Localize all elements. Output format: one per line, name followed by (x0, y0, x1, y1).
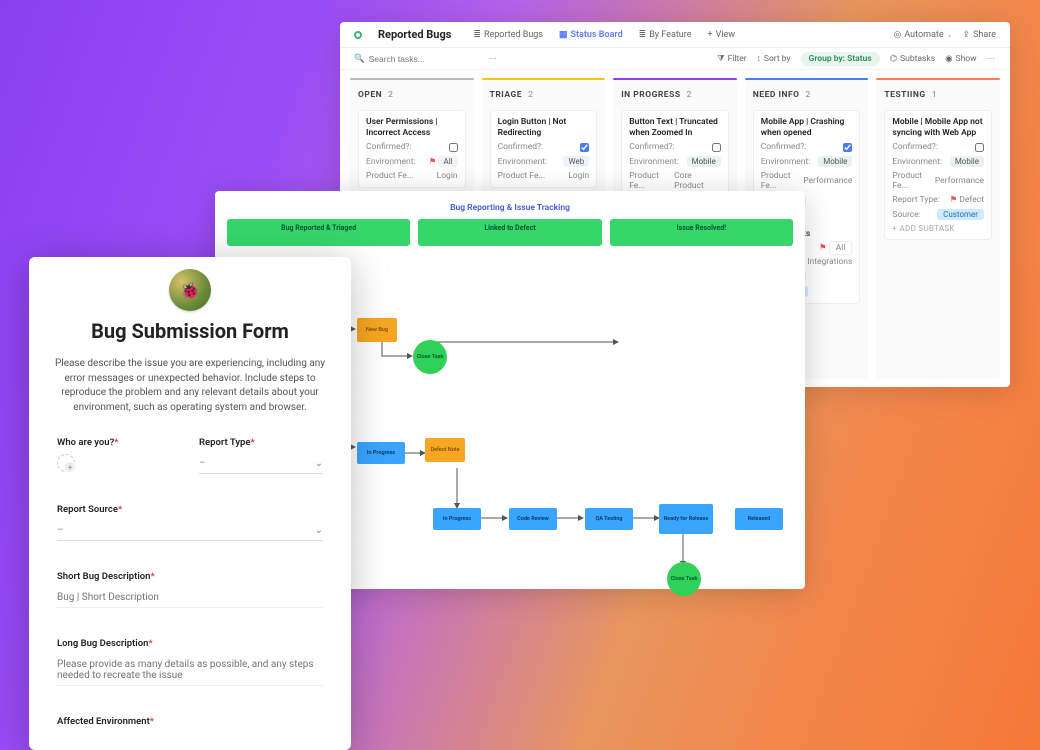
form-avatar-icon (169, 269, 211, 311)
confirmed-checkbox[interactable] (580, 143, 589, 152)
automate-button[interactable]: ◎ Automate ⌄ (894, 30, 953, 40)
add-user-icon (57, 454, 75, 472)
more-icon[interactable]: ⋯ (489, 54, 499, 64)
flow-node-in-progress[interactable]: In Progress (357, 442, 405, 464)
label-affected-env: Affected Environment* (57, 716, 323, 727)
flag-icon: ⚑ (429, 157, 437, 167)
tab-by-feature[interactable]: ≣ By Feature (639, 30, 692, 40)
board-icon: ▦ (559, 30, 568, 40)
automate-icon: ◎ (894, 30, 902, 40)
share-button[interactable]: ⇪ Share (963, 30, 996, 40)
label-short-desc: Short Bug Description* (57, 571, 323, 582)
tab-reported-bugs[interactable]: ≣ Reported Bugs (473, 30, 543, 40)
label-report-type: Report Type* (199, 437, 323, 448)
flow-node-defect-note[interactable]: Defect Note (425, 438, 465, 462)
select-report-type[interactable]: –⌄ (199, 454, 323, 474)
kanban-card[interactable]: User Permissions | Incorrect Access Conf… (358, 110, 466, 188)
group-by-button[interactable]: Group by: Status (801, 52, 880, 66)
flow-stage-linked: Linked to Defect (418, 219, 601, 246)
kanban-card[interactable]: Button Text | Truncated when Zoomed In C… (621, 110, 729, 198)
sort-icon: ↕ (757, 53, 761, 64)
flow-node-ready-release[interactable]: Ready for Release (659, 504, 713, 534)
share-icon: ⇪ (963, 30, 971, 40)
chevron-down-icon: ⌄ (947, 31, 953, 39)
confirmed-checkbox[interactable] (449, 143, 458, 152)
chevron-down-icon: ⌄ (315, 458, 323, 469)
add-subtask-button[interactable]: + ADD SUBTASK (892, 224, 984, 233)
board-header: Reported Bugs ≣ Reported Bugs ▦ Status B… (340, 22, 1010, 48)
flow-node-code-review[interactable]: Code Review (509, 508, 557, 530)
show-icon: ◉ (945, 54, 952, 64)
input-short-desc[interactable] (57, 588, 323, 608)
flow-node-qa-testing[interactable]: QA Testing (585, 508, 633, 530)
flow-stage-triaged: Bug Reported & Triaged (227, 219, 410, 246)
flow-node-new-bug[interactable]: New Bug (357, 318, 397, 342)
filter-icon: ⧩ (717, 54, 725, 64)
kanban-col-testing: TESTIING1 Mobile | Mobile App not syncin… (876, 78, 1000, 379)
chevron-down-icon: ⌄ (315, 525, 323, 536)
subtasks-button[interactable]: ⌬Subtasks (890, 54, 935, 64)
user-picker[interactable] (57, 454, 181, 472)
more-icon[interactable]: ⋯ (987, 54, 997, 64)
sort-button[interactable]: ↕Sort by (757, 53, 791, 64)
bug-form-panel: Bug Submission Form Please describe the … (29, 257, 351, 750)
subtasks-icon: ⌬ (890, 54, 897, 64)
flow-node-released[interactable]: Released (735, 508, 783, 530)
label-report-source: Report Source* (57, 504, 323, 515)
list-icon: ≣ (473, 30, 481, 40)
show-button[interactable]: ◉Show (945, 54, 976, 64)
tab-status-board[interactable]: ▦ Status Board (559, 30, 623, 40)
label-who: Who are you?* (57, 437, 181, 448)
label-long-desc: Long Bug Description* (57, 638, 323, 649)
flag-icon: ⚑ (819, 243, 827, 253)
list-icon: ≣ (639, 30, 647, 40)
search-input[interactable] (369, 54, 479, 64)
select-report-source[interactable]: –⌄ (57, 521, 323, 541)
kanban-card[interactable]: Login Button | Not Redirecting Confirmed… (490, 110, 598, 188)
search-box[interactable]: 🔍 (354, 54, 479, 64)
board-title: Reported Bugs (378, 28, 451, 41)
board-toolbar: 🔍 ⋯ ⧩Filter ↕Sort by Group by: Status ⌬S… (340, 48, 1010, 70)
flow-node-in-progress2[interactable]: In Progress (433, 508, 481, 530)
flow-node-close-bottom[interactable]: Close Task (667, 562, 701, 596)
field-report-source: Report Source* –⌄ (57, 484, 323, 541)
filter-button[interactable]: ⧩Filter (717, 54, 747, 64)
confirmed-checkbox[interactable] (843, 143, 852, 152)
flow-stage-resolved: Issue Resolved! (610, 219, 793, 246)
confirmed-checkbox[interactable] (975, 143, 984, 152)
plus-icon: + (708, 30, 713, 40)
form-description: Please describe the issue you are experi… (51, 357, 329, 415)
search-icon: 🔍 (354, 54, 365, 64)
field-long-desc: Long Bug Description* (57, 618, 323, 686)
flag-icon: ⚑ (950, 195, 958, 205)
input-long-desc[interactable] (57, 655, 323, 686)
field-affected-env: Affected Environment* (57, 696, 323, 727)
status-dot-icon (354, 31, 362, 39)
form-title: Bug Submission Form (57, 319, 323, 343)
field-report-type: Report Type* –⌄ (199, 437, 323, 474)
field-who-are-you: Who are you?* (57, 437, 181, 474)
flow-node-close-top[interactable]: Close Task (413, 340, 447, 374)
flow-title: Bug Reporting & Issue Tracking (227, 203, 793, 213)
confirmed-checkbox[interactable] (712, 143, 721, 152)
field-short-desc: Short Bug Description* (57, 551, 323, 608)
flow-stage-headers: Bug Reported & Triaged Linked to Defect … (227, 219, 793, 246)
kanban-card[interactable]: Mobile | Mobile App not syncing with Web… (884, 110, 992, 240)
tab-add-view[interactable]: + View (708, 30, 736, 40)
